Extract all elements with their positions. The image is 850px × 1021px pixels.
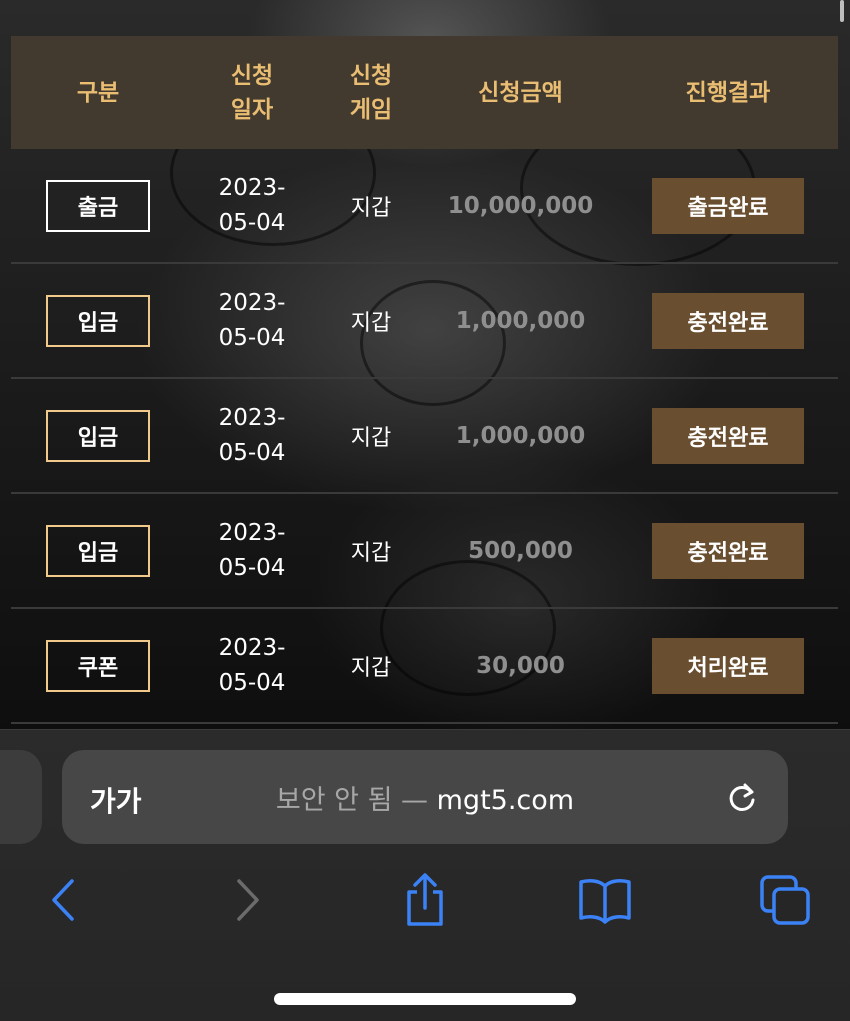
request-amount: 30,000: [476, 652, 565, 679]
type-badge: 쿠폰: [46, 639, 150, 692]
status-badge: 처리완료: [652, 637, 804, 694]
header-amount: 신청금액: [478, 79, 563, 106]
home-indicator[interactable]: [274, 993, 576, 1005]
request-game: 지갑: [350, 655, 392, 681]
url-separator: —: [401, 784, 429, 816]
request-date: 2023-05-04: [218, 404, 286, 466]
header-result: 진행결과: [685, 79, 771, 106]
request-date: 2023-05-04: [218, 174, 286, 236]
share-icon[interactable]: [395, 870, 455, 930]
transaction-table: 구분 신청일자 신청게임 신청금액 진행결과 출금 2023-05-04 지갑 …: [11, 36, 838, 724]
tabs-icon[interactable]: [755, 870, 815, 930]
reload-icon[interactable]: [724, 780, 760, 816]
request-amount: 500,000: [468, 537, 573, 564]
table-row[interactable]: 쿠폰 2023-05-04 지갑 30,000 처리완료: [11, 609, 838, 724]
domain-label: mgt5.com: [436, 784, 575, 816]
security-label: 보안 안 됨: [275, 784, 393, 816]
address-bar[interactable]: 가가 보안 안 됨 — mgt5.com: [62, 750, 788, 844]
type-badge: 입금: [46, 524, 150, 577]
status-badge: 출금완료: [652, 177, 804, 234]
type-badge: 입금: [46, 294, 150, 347]
request-game: 지갑: [350, 195, 392, 221]
browser-chrome: 가가 보안 안 됨 — mgt5.com: [0, 729, 850, 1021]
scrollbar-thumb[interactable]: [840, 0, 844, 22]
table-row[interactable]: 출금 2023-05-04 지갑 10,000,000 출금완료: [11, 149, 838, 264]
status-badge: 충전완료: [652, 522, 804, 579]
status-badge: 충전완료: [652, 407, 804, 464]
request-game: 지갑: [350, 540, 392, 566]
request-amount: 1,000,000: [455, 422, 586, 449]
book-icon[interactable]: [575, 870, 635, 930]
table-row[interactable]: 입금 2023-05-04 지갑 1,000,000 충전완료: [11, 379, 838, 494]
type-badge: 입금: [46, 409, 150, 462]
request-date: 2023-05-04: [218, 519, 286, 581]
page: 구분 신청일자 신청게임 신청금액 진행결과 출금 2023-05-04 지갑 …: [0, 0, 850, 1021]
table-row[interactable]: 입금 2023-05-04 지갑 1,000,000 충전완료: [11, 264, 838, 379]
header-date: 신청일자: [230, 62, 274, 123]
request-amount: 10,000,000: [447, 192, 594, 219]
table-header: 구분 신청일자 신청게임 신청금액 진행결과: [11, 36, 838, 149]
browser-toolbar: [0, 870, 850, 930]
url-display[interactable]: 보안 안 됨 — mgt5.com: [62, 778, 788, 817]
previous-tab-pill[interactable]: [0, 750, 42, 844]
type-badge: 출금: [46, 179, 150, 232]
text-size-button[interactable]: 가가: [90, 780, 142, 820]
chevron-left-icon[interactable]: [33, 870, 93, 930]
table-row[interactable]: 입금 2023-05-04 지갑 500,000 충전완료: [11, 494, 838, 609]
request-date: 2023-05-04: [218, 289, 286, 351]
header-type: 구분: [76, 79, 120, 106]
request-amount: 1,000,000: [455, 307, 586, 334]
chevron-right-icon[interactable]: [218, 870, 278, 930]
header-game: 신청게임: [349, 62, 393, 123]
request-game: 지갑: [350, 425, 392, 451]
request-date: 2023-05-04: [218, 634, 286, 696]
status-badge: 충전완료: [652, 292, 804, 349]
request-game: 지갑: [350, 310, 392, 336]
